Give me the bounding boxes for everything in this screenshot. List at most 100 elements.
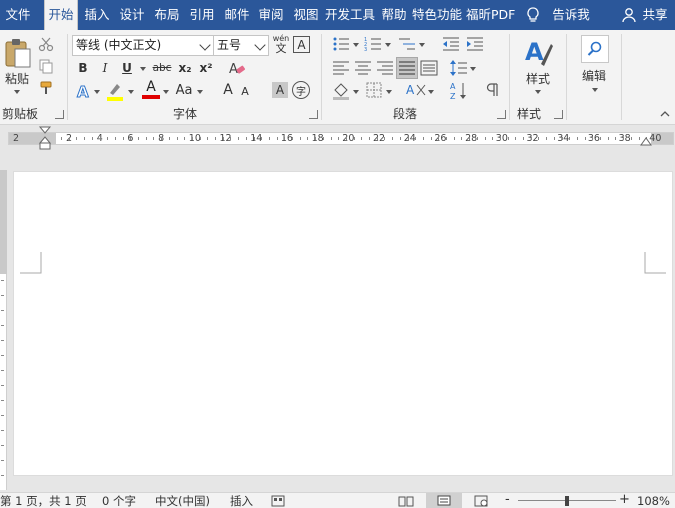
chevron-down-icon[interactable] (254, 39, 266, 51)
tab-layout[interactable]: 布局 (150, 0, 184, 30)
shrink-font-button[interactable]: A (238, 82, 252, 100)
underline-button[interactable]: U (118, 58, 136, 78)
styles-icon[interactable]: A (523, 36, 553, 68)
copy-icon[interactable] (38, 58, 54, 74)
line-spacing-icon[interactable] (450, 58, 468, 78)
shading-icon[interactable] (332, 82, 350, 100)
borders-icon[interactable] (366, 82, 382, 98)
font-size-combo[interactable]: 五号 (213, 35, 269, 56)
tab-review[interactable]: 审阅 (255, 0, 287, 30)
bold-button[interactable]: B (74, 58, 92, 78)
clear-formatting-icon[interactable]: A (228, 60, 246, 76)
sort-icon[interactable]: A Z (450, 81, 468, 101)
clipboard-launcher[interactable] (55, 110, 64, 119)
user-icon[interactable] (620, 6, 638, 24)
language-indicator[interactable]: 中文(中国) (155, 494, 210, 508)
format-painter-icon[interactable] (38, 80, 54, 96)
font-name-combo[interactable]: 等线 (中文正文) (72, 35, 214, 56)
font-launcher[interactable] (309, 110, 318, 119)
tab-file[interactable]: 文件 (0, 0, 36, 30)
insert-mode[interactable]: 插入 (230, 494, 253, 508)
share-button[interactable]: 共享 (640, 0, 670, 30)
print-layout-button[interactable] (426, 493, 462, 508)
phonetic-guide-button[interactable]: wén 文 (272, 34, 290, 56)
zoom-in-button[interactable]: + (619, 493, 630, 507)
cut-icon[interactable] (38, 36, 54, 52)
web-layout-icon[interactable] (474, 495, 488, 507)
line-spacing-caret[interactable] (470, 67, 476, 71)
numbering-icon[interactable]: 1 2 3 (364, 36, 382, 52)
text-effects-icon[interactable]: A (76, 82, 92, 101)
change-case-button[interactable]: Aa (174, 80, 194, 100)
indent-markers-icon[interactable] (38, 125, 52, 151)
superscript-button[interactable]: x² (197, 58, 215, 78)
change-case-caret[interactable] (197, 90, 203, 94)
bullets-caret[interactable] (353, 43, 359, 47)
bullets-icon[interactable] (332, 36, 350, 52)
shading-caret[interactable] (353, 90, 359, 94)
align-center-icon[interactable] (354, 60, 372, 76)
chinese-layout-caret[interactable] (428, 90, 434, 94)
lightbulb-icon[interactable] (524, 6, 542, 24)
tab-home[interactable]: 开始 (44, 0, 78, 30)
highlight-icon[interactable] (106, 81, 124, 101)
chevron-down-icon[interactable] (199, 39, 211, 51)
numbering-caret[interactable] (385, 43, 391, 47)
styles-caret[interactable] (535, 90, 541, 94)
character-shading-button[interactable]: A (272, 82, 288, 98)
page-info[interactable]: 第 1 页，共 1 页 (0, 494, 87, 508)
grow-font-button[interactable]: A (220, 80, 236, 100)
styles-button[interactable]: 样式 (520, 70, 556, 86)
multilevel-caret[interactable] (419, 43, 425, 47)
collapse-ribbon-icon[interactable] (660, 110, 670, 118)
paste-icon[interactable] (2, 36, 32, 70)
zoom-level[interactable]: 108% (637, 494, 670, 508)
font-color-caret[interactable] (163, 90, 169, 94)
right-indent-marker-icon[interactable] (640, 136, 652, 146)
paragraph-launcher[interactable] (497, 110, 506, 119)
paste-button[interactable]: 粘贴 (0, 70, 34, 86)
text-effects-caret[interactable] (94, 90, 100, 94)
underline-dropdown-caret[interactable] (140, 67, 146, 71)
paste-dropdown-caret[interactable] (14, 90, 20, 94)
zoom-out-button[interactable]: - (505, 493, 510, 507)
styles-launcher[interactable] (554, 110, 563, 119)
horizontal-ruler[interactable]: 2246810121416182022242628303234363840 (0, 125, 675, 151)
italic-button[interactable]: I (96, 58, 114, 78)
align-right-icon[interactable] (376, 60, 394, 76)
editing-button[interactable]: 编辑 (576, 67, 612, 83)
word-count[interactable]: 0 个字 (102, 494, 136, 508)
tab-insert[interactable]: 插入 (80, 0, 114, 30)
tab-special-features[interactable]: 特色功能 (412, 0, 464, 30)
tab-design[interactable]: 设计 (116, 0, 148, 30)
document-page[interactable] (13, 171, 673, 476)
vertical-ruler[interactable] (0, 170, 7, 490)
tab-foxit-pdf[interactable]: 福昕PDF (466, 0, 516, 30)
font-color-button[interactable]: A (142, 80, 160, 100)
justify-button-active[interactable] (396, 57, 418, 79)
tell-me-search[interactable]: 告诉我 (550, 0, 592, 30)
tab-help[interactable]: 帮助 (378, 0, 410, 30)
distributed-icon[interactable] (420, 60, 438, 76)
enclose-characters-button[interactable]: 字 (292, 81, 310, 99)
multilevel-list-icon[interactable] (398, 36, 416, 52)
zoom-slider-thumb[interactable] (565, 496, 569, 506)
tab-mailings[interactable]: 邮件 (221, 0, 253, 30)
subscript-button[interactable]: x₂ (176, 58, 194, 78)
read-mode-icon[interactable] (398, 495, 414, 507)
tab-references[interactable]: 引用 (186, 0, 218, 30)
align-left-icon[interactable] (332, 60, 350, 76)
editing-icon-frame[interactable] (581, 35, 609, 63)
tab-view[interactable]: 视图 (290, 0, 322, 30)
borders-caret[interactable] (386, 90, 392, 94)
strikethrough-button[interactable]: abc (150, 58, 174, 78)
decrease-indent-icon[interactable] (442, 36, 460, 52)
show-marks-icon[interactable] (484, 82, 500, 98)
increase-indent-icon[interactable] (466, 36, 484, 52)
character-border-button[interactable]: A (293, 36, 310, 53)
tab-developer[interactable]: 开发工具 (325, 0, 375, 30)
highlight-caret[interactable] (128, 90, 134, 94)
macro-record-icon[interactable] (271, 495, 285, 507)
chinese-layout-icon[interactable]: A (406, 81, 426, 99)
editing-caret[interactable] (592, 88, 598, 92)
